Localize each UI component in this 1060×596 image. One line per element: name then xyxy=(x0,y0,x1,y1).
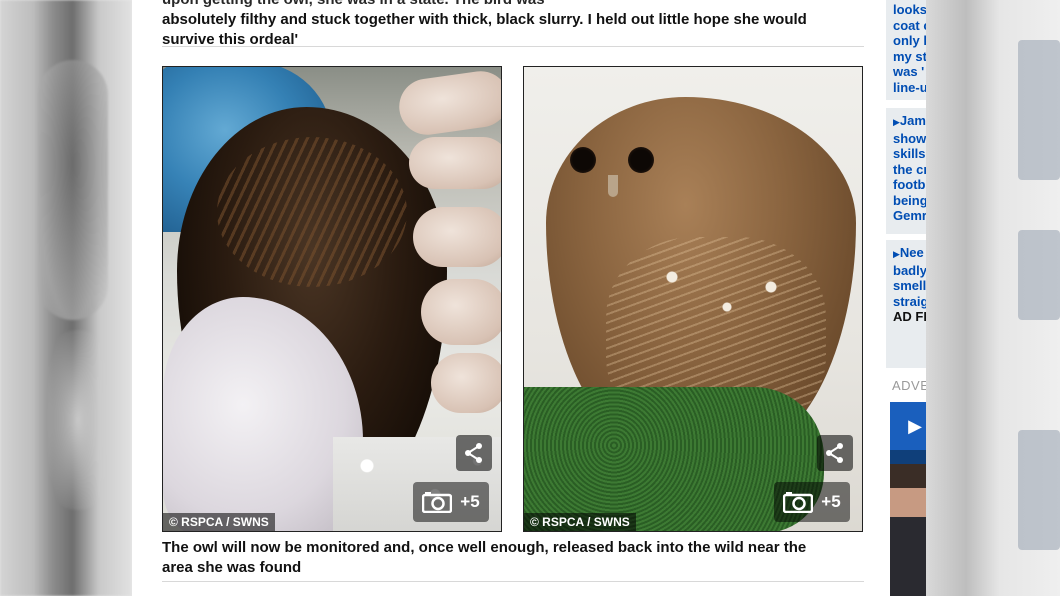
sidebar-story-text[interactable]: Gemr xyxy=(893,208,926,224)
sidebar-story-text[interactable]: only l xyxy=(893,33,926,49)
blurred-background-right xyxy=(926,0,1060,596)
sidebar-story-text[interactable]: coat c xyxy=(893,18,926,34)
sidebar-story-card[interactable]: looks coat c only l my st was ' line-u xyxy=(886,0,926,100)
owl-eye xyxy=(570,147,596,173)
finger xyxy=(409,137,501,189)
image-credit: © RSPCA / SWNS xyxy=(163,513,275,531)
finger xyxy=(413,207,501,267)
ad-feature-tag: AD FI xyxy=(893,309,926,324)
share-icon xyxy=(826,443,843,463)
image-caption: The owl will now be monitored and, once … xyxy=(162,538,862,578)
sidebar-story-text[interactable]: looks xyxy=(893,2,926,18)
sidebar-story-text[interactable]: skills xyxy=(893,146,926,162)
article-image-recovered-owl[interactable]: +5 © RSPCA / SWNS xyxy=(523,66,863,532)
camera-icon xyxy=(422,492,453,513)
sidebar-story-text[interactable]: footb xyxy=(893,177,926,193)
owl-beak xyxy=(608,175,618,197)
share-button[interactable] xyxy=(456,435,492,471)
share-button[interactable] xyxy=(817,435,853,471)
owl-eye xyxy=(628,147,654,173)
caption-line: The owl will now be monitored and, once … xyxy=(162,539,807,556)
quote-line: absolutely filthy and stuck together wit… xyxy=(162,11,807,28)
sidebar-story-text[interactable]: being xyxy=(893,193,926,209)
article-image-oiled-owl[interactable]: +5 © RSPCA / SWNS xyxy=(162,66,502,532)
gallery-button[interactable]: +5 xyxy=(774,482,850,522)
gallery-count: +5 xyxy=(460,492,480,511)
sidebar-story-text[interactable]: smell xyxy=(893,278,926,294)
share-icon xyxy=(465,443,482,463)
arrow-right-icon: ▶ xyxy=(893,117,900,127)
article-body: upon getting the owl, she was in a state… xyxy=(132,0,884,596)
sidebar-story-text[interactable]: show xyxy=(893,131,926,147)
sidebar-story-text[interactable]: straig xyxy=(893,294,926,310)
sidebar-story-text[interactable]: my st xyxy=(893,49,926,65)
sidebar-story-word: Jam xyxy=(899,113,926,128)
caption-line: area she was found xyxy=(162,559,302,576)
quote-partial-line: upon getting the owl, she was in a state… xyxy=(162,0,862,10)
image-credit: © RSPCA / SWNS xyxy=(524,513,636,531)
finger xyxy=(431,353,501,413)
sidebar-story-text[interactable]: was ' xyxy=(893,64,926,80)
sidebar-story-text[interactable]: line-u xyxy=(893,80,926,96)
gallery-count: +5 xyxy=(821,492,841,511)
sidebar-story-text[interactable]: badly xyxy=(893,263,926,279)
divider xyxy=(162,581,864,582)
advertisement-label: ADVE xyxy=(892,378,926,393)
gallery-button[interactable]: +5 xyxy=(413,482,489,522)
finger xyxy=(421,279,501,345)
sidebar-story-text[interactable]: ▶Nee xyxy=(893,245,926,263)
play-icon[interactable]: ▶ xyxy=(890,402,926,450)
divider xyxy=(162,46,864,47)
advertisement-video[interactable]: ▶ xyxy=(890,402,926,596)
quote-line: survive this ordeal' xyxy=(162,31,299,48)
camera-icon xyxy=(783,492,814,513)
article-quote: upon getting the owl, she was in a state… xyxy=(162,0,862,50)
blurred-background-left xyxy=(0,0,132,596)
sidebar-story-text[interactable]: the cr xyxy=(893,162,926,178)
arrow-right-icon: ▶ xyxy=(893,249,900,259)
sidebar-story-word: Nee xyxy=(899,245,924,260)
sidebar-story-card[interactable]: ▶Jam show skills the cr footb being Gemr xyxy=(886,108,926,234)
ad-thumbnail xyxy=(890,464,926,596)
right-sidebar: looks coat c only l my st was ' line-u ▶… xyxy=(884,0,926,596)
sidebar-story-text[interactable]: ▶Jam xyxy=(893,113,926,131)
sidebar-story-card[interactable]: ▶Nee badly smell straig AD FI xyxy=(886,240,926,368)
